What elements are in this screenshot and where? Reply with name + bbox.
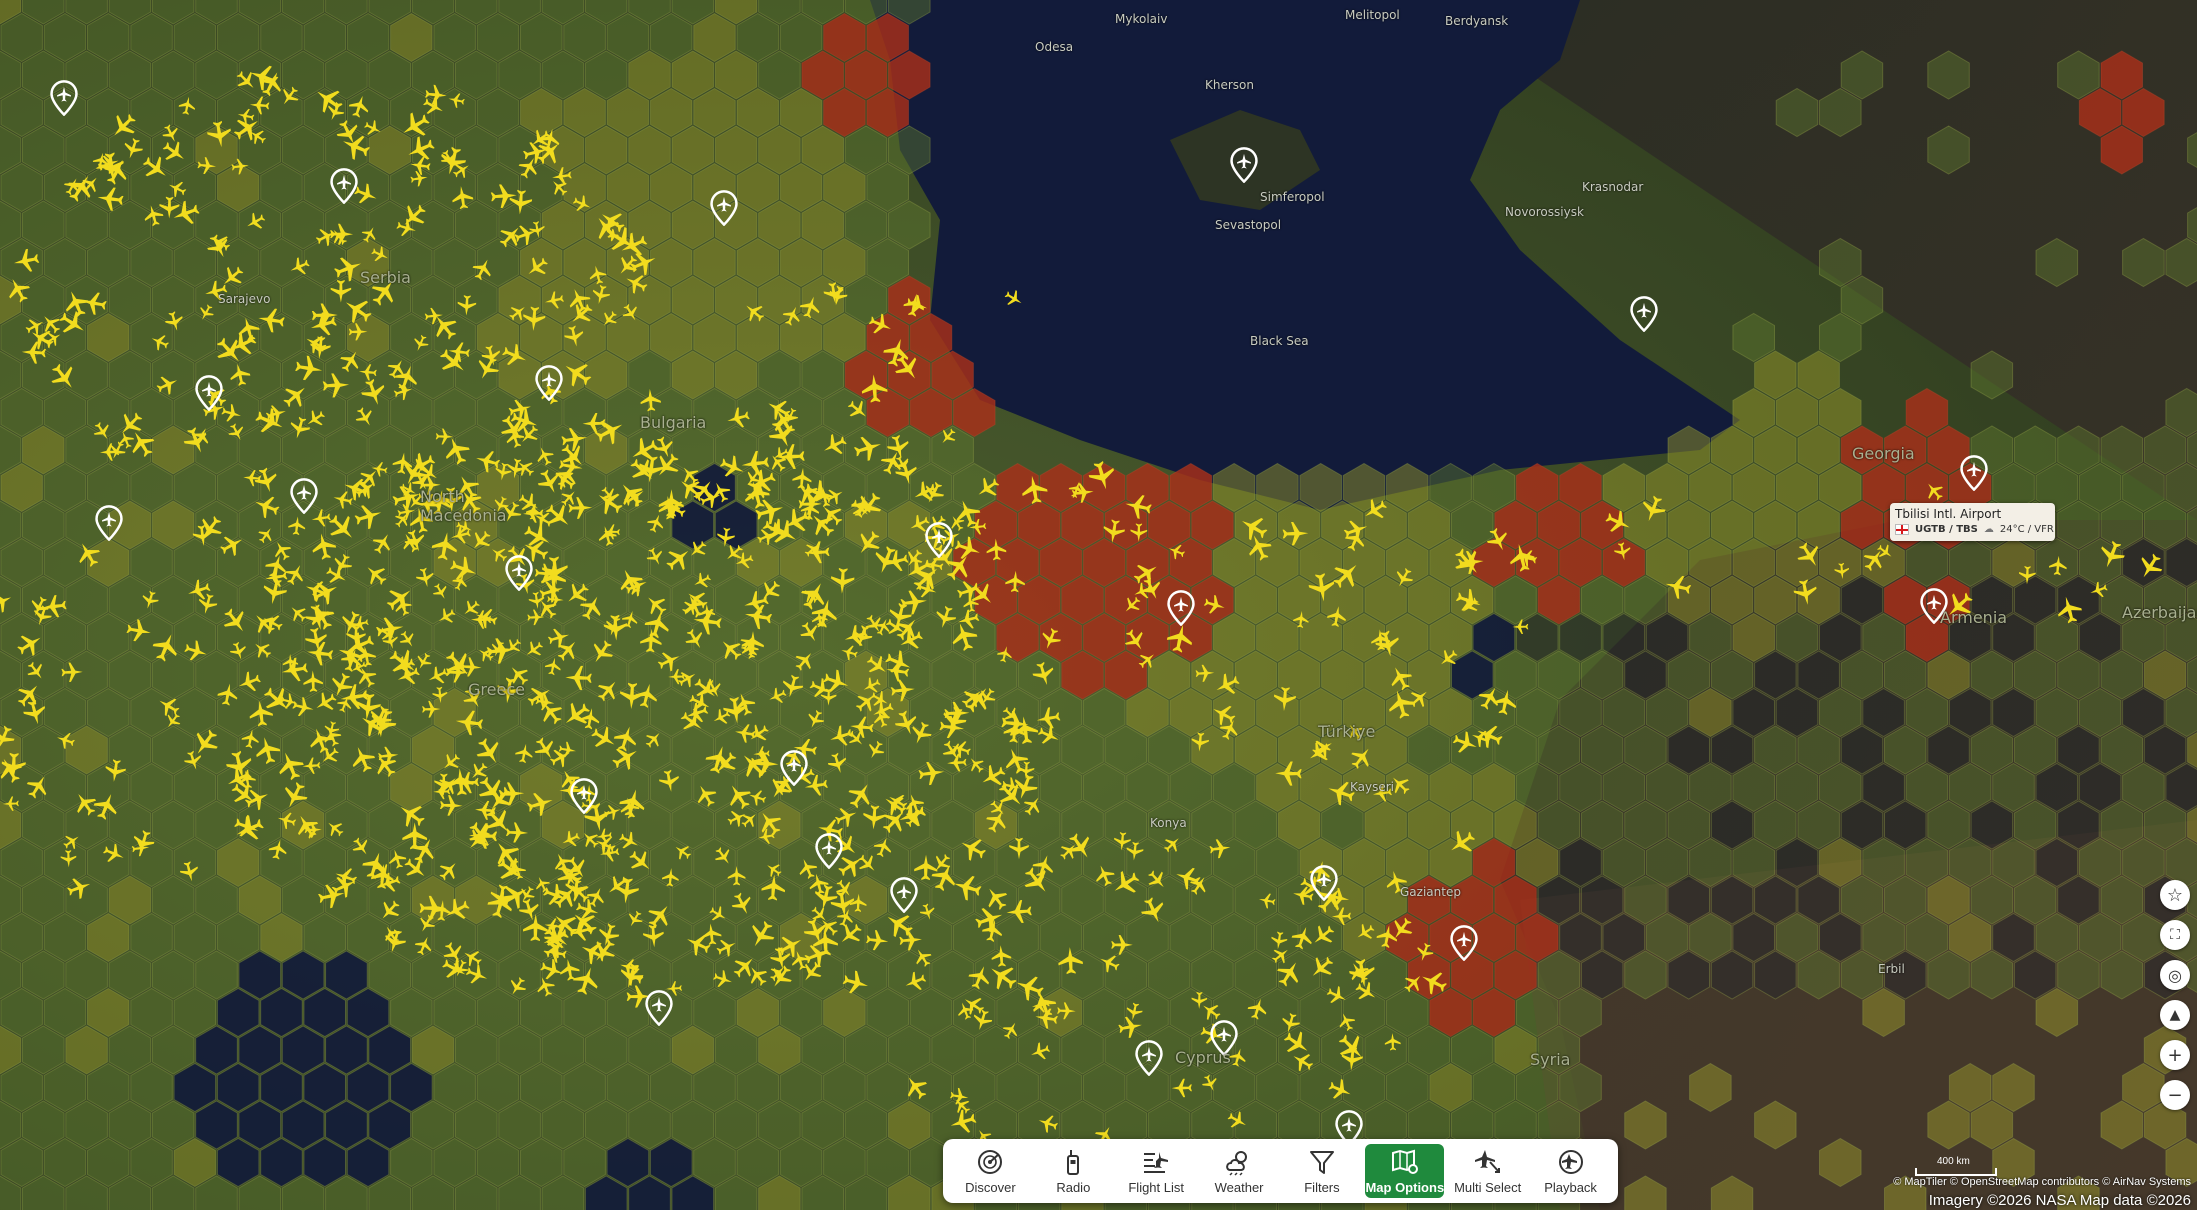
discover-button[interactable]: Discover (951, 1144, 1030, 1198)
map-scale: 400 km (1915, 1156, 1997, 1176)
cloud-icon: ☁ (1983, 524, 1994, 535)
fullscreen-button[interactable]: ⛶ (2160, 920, 2190, 950)
airport-tooltip[interactable]: Tbilisi Intl. Airport UGTB / TBS ☁ 24°C … (1890, 503, 2055, 541)
filters-button[interactable]: Filters (1283, 1144, 1362, 1198)
zoom-in-button[interactable]: + (2160, 1040, 2190, 1070)
locate-icon: ◎ (2168, 965, 2182, 985)
fullscreen-icon: ⛶ (2170, 927, 2180, 943)
weather-label: Weather (1214, 1179, 1264, 1195)
playback-button[interactable]: Playback (1531, 1144, 1610, 1198)
airport-codes: UGTB / TBS (1915, 524, 1978, 535)
scale-label: 400 km (1937, 1156, 1970, 1167)
multi-select-icon (1474, 1149, 1500, 1173)
airport-weather: 24°C / VFR (1999, 524, 2054, 535)
compass-button[interactable]: ▲ (2160, 1000, 2190, 1030)
discover-label: Discover (965, 1179, 1016, 1195)
radio-label: Radio (1056, 1179, 1091, 1195)
map-options-button[interactable]: Map Options (1365, 1144, 1445, 1198)
flight-list-icon (1144, 1151, 1169, 1173)
filters-label: Filters (1304, 1179, 1340, 1195)
imagery-credit: Imagery ©2026 NASA Map data ©2026 (1928, 1192, 2191, 1209)
multi-select-button[interactable]: Multi Select (1448, 1144, 1527, 1198)
flight-list-label: Flight List (1128, 1179, 1184, 1195)
weather-button[interactable]: Weather (1200, 1144, 1279, 1198)
zoom-in-icon: + (2167, 1044, 2183, 1066)
flight-map[interactable] (0, 0, 2197, 1210)
filter-icon (1309, 1150, 1334, 1174)
map-options-icon (1391, 1149, 1418, 1174)
zoom-out-button[interactable]: − (2160, 1080, 2190, 1110)
star-icon: ☆ (2166, 884, 2184, 906)
georgia-flag-icon (1895, 524, 1909, 535)
map-options-label: Map Options (1365, 1179, 1445, 1195)
weather-icon (1226, 1150, 1248, 1176)
bottom-toolbar: Discover Radio Flight List Weather Filte… (943, 1139, 1618, 1203)
favorite-button[interactable]: ☆ (2160, 880, 2190, 910)
multi-select-label: Multi Select (1454, 1179, 1522, 1195)
compass-icon: ▲ (2169, 1007, 2181, 1023)
playback-label: Playback (1544, 1179, 1597, 1195)
flight-list-button[interactable]: Flight List (1117, 1144, 1196, 1198)
map-attribution[interactable]: © MapTiler © OpenStreetMap contributors … (1893, 1176, 2191, 1188)
zoom-out-icon: − (2167, 1084, 2183, 1106)
radar-icon (978, 1149, 1003, 1174)
locate-button[interactable]: ◎ (2160, 960, 2190, 990)
radio-button[interactable]: Radio (1034, 1144, 1113, 1198)
airport-name: Tbilisi Intl. Airport (1895, 507, 2002, 521)
radio-icon (1067, 1149, 1080, 1175)
playback-icon (1558, 1149, 1583, 1174)
